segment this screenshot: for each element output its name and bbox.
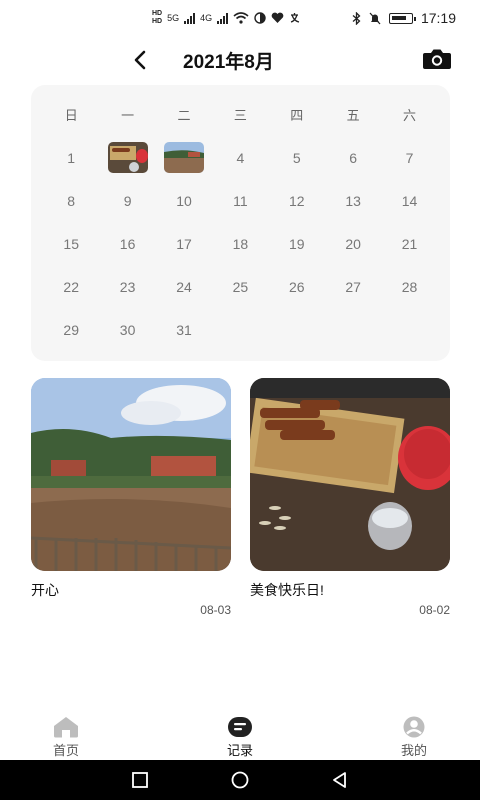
calendar-day[interactable]: 6 bbox=[325, 136, 381, 179]
calendar-day[interactable]: 28 bbox=[381, 265, 437, 308]
day-thumbnail bbox=[107, 142, 148, 173]
entry-date: 08-02 bbox=[419, 603, 450, 617]
mute-bell-icon bbox=[369, 12, 381, 24]
entry-title: 开心 bbox=[31, 582, 59, 598]
calendar-day[interactable]: 1 bbox=[43, 136, 99, 179]
nav-profile-label: 我的 bbox=[400, 743, 427, 758]
calendar-day[interactable]: 17 bbox=[156, 222, 212, 265]
signal-icon bbox=[184, 12, 196, 24]
entry-card[interactable]: 美食快乐日! 08-02 bbox=[250, 378, 450, 617]
recents-icon[interactable] bbox=[130, 770, 150, 790]
weekday-label: 四 bbox=[290, 108, 304, 123]
calendar-day[interactable]: 31 bbox=[156, 308, 212, 351]
entry-date: 08-03 bbox=[200, 603, 231, 617]
status-time: 17:19 bbox=[420, 10, 456, 26]
bottom-nav: 首页 记录 我的 bbox=[0, 712, 480, 760]
calendar-day[interactable]: 16 bbox=[99, 222, 155, 265]
calendar-day[interactable]: 5 bbox=[269, 136, 325, 179]
health-icon bbox=[271, 12, 284, 23]
calendar-empty-cell bbox=[269, 308, 325, 351]
wifi-icon bbox=[233, 12, 249, 24]
battery-icon bbox=[388, 12, 416, 24]
status-left-icons: HD HD 5G 4G bbox=[152, 10, 301, 26]
calendar-day[interactable]: 13 bbox=[325, 179, 381, 222]
nav-profile[interactable]: 我的 bbox=[384, 716, 444, 759]
calendar-day[interactable]: 24 bbox=[156, 265, 212, 308]
back-triangle-icon[interactable] bbox=[330, 770, 350, 790]
entry-title: 美食快乐日! bbox=[250, 582, 324, 598]
weekday-label: 日 bbox=[64, 108, 78, 123]
calendar-empty-cell bbox=[381, 308, 437, 351]
profile-icon bbox=[403, 716, 425, 738]
day-thumbnail bbox=[163, 142, 204, 173]
calendar-day[interactable]: 29 bbox=[43, 308, 99, 351]
calendar-day[interactable]: 14 bbox=[381, 179, 437, 222]
month-title: 2021年8月 bbox=[183, 52, 274, 73]
nav-home[interactable]: 首页 bbox=[36, 716, 96, 759]
calendar-day[interactable]: 10 bbox=[156, 179, 212, 222]
calendar-day[interactable]: 15 bbox=[43, 222, 99, 265]
data-saver-icon bbox=[254, 12, 266, 24]
calendar-card: 日一二三四五六 1 4 5 6 7 8 9 10 11 12 13 14 15 16 17 18 19 20 21 22… bbox=[31, 85, 450, 361]
home-circle-icon[interactable] bbox=[230, 770, 250, 790]
camera-icon bbox=[423, 49, 451, 69]
home-icon bbox=[54, 717, 78, 738]
weekday-label: 二 bbox=[177, 108, 191, 123]
calendar-empty-cell bbox=[212, 308, 268, 351]
back-button[interactable] bbox=[126, 46, 154, 74]
calendar-day[interactable]: 4 bbox=[212, 136, 268, 179]
bluetooth-icon bbox=[352, 11, 361, 25]
calendar-day[interactable]: 9 bbox=[99, 179, 155, 222]
calendar-day[interactable]: 25 bbox=[212, 265, 268, 308]
calendar-day[interactable]: 23 bbox=[99, 265, 155, 308]
entry-photo-field[interactable] bbox=[31, 378, 231, 571]
calendar-day[interactable]: 19 bbox=[269, 222, 325, 265]
header: 2021年8月 bbox=[0, 40, 480, 80]
calendar-day[interactable]: 21 bbox=[381, 222, 437, 265]
nav-record-label: 记录 bbox=[226, 743, 253, 758]
nav-record[interactable]: 记录 bbox=[210, 716, 270, 759]
calendar-day[interactable]: 30 bbox=[99, 308, 155, 351]
translate-icon bbox=[290, 13, 300, 23]
nav-home-label: 首页 bbox=[52, 743, 79, 758]
calendar-day[interactable]: 26 bbox=[269, 265, 325, 308]
system-nav-bar bbox=[0, 760, 480, 800]
status-right-icons: 17:19 bbox=[352, 10, 456, 26]
camera-button[interactable] bbox=[422, 48, 452, 72]
app-screen: HD HD 5G 4G 17:19 2021年8月 日一二三四五六145 6 7… bbox=[0, 0, 480, 800]
weekday-label: 六 bbox=[403, 108, 417, 123]
hd-icon: HD HD bbox=[152, 10, 163, 25]
network-4g-label: 4G bbox=[200, 13, 213, 23]
calendar-day[interactable]: 18 bbox=[212, 222, 268, 265]
weekday-label: 三 bbox=[233, 108, 247, 123]
calendar-day[interactable]: 22 bbox=[43, 265, 99, 308]
chevron-left-icon bbox=[134, 50, 146, 70]
calendar-day[interactable]: 20 bbox=[325, 222, 381, 265]
weekday-label: 一 bbox=[121, 108, 135, 123]
calendar-day[interactable]: 8 bbox=[43, 179, 99, 222]
network-5g-label: 5G bbox=[167, 13, 180, 23]
calendar-day-photo[interactable] bbox=[99, 136, 155, 179]
record-icon bbox=[228, 717, 252, 737]
calendar-day[interactable]: 12 bbox=[269, 179, 325, 222]
entry-photo-food[interactable] bbox=[250, 378, 450, 571]
signal-icon-2 bbox=[217, 12, 229, 24]
calendar-day[interactable]: 11 bbox=[212, 179, 268, 222]
status-bar: HD HD 5G 4G 17:19 bbox=[0, 0, 480, 40]
calendar-day[interactable]: 7 bbox=[381, 136, 437, 179]
entry-card[interactable]: 开心 08-03 bbox=[31, 378, 231, 617]
weekday-label: 五 bbox=[346, 108, 360, 123]
calendar-empty-cell bbox=[325, 308, 381, 351]
calendar-day[interactable]: 27 bbox=[325, 265, 381, 308]
calendar-grid: 日一二三四五六 1 4 5 6 7 8 9 10 11 12 13 14 15 16 17 18 19 20 21 22… bbox=[43, 93, 438, 351]
calendar-day-photo[interactable] bbox=[156, 136, 212, 179]
